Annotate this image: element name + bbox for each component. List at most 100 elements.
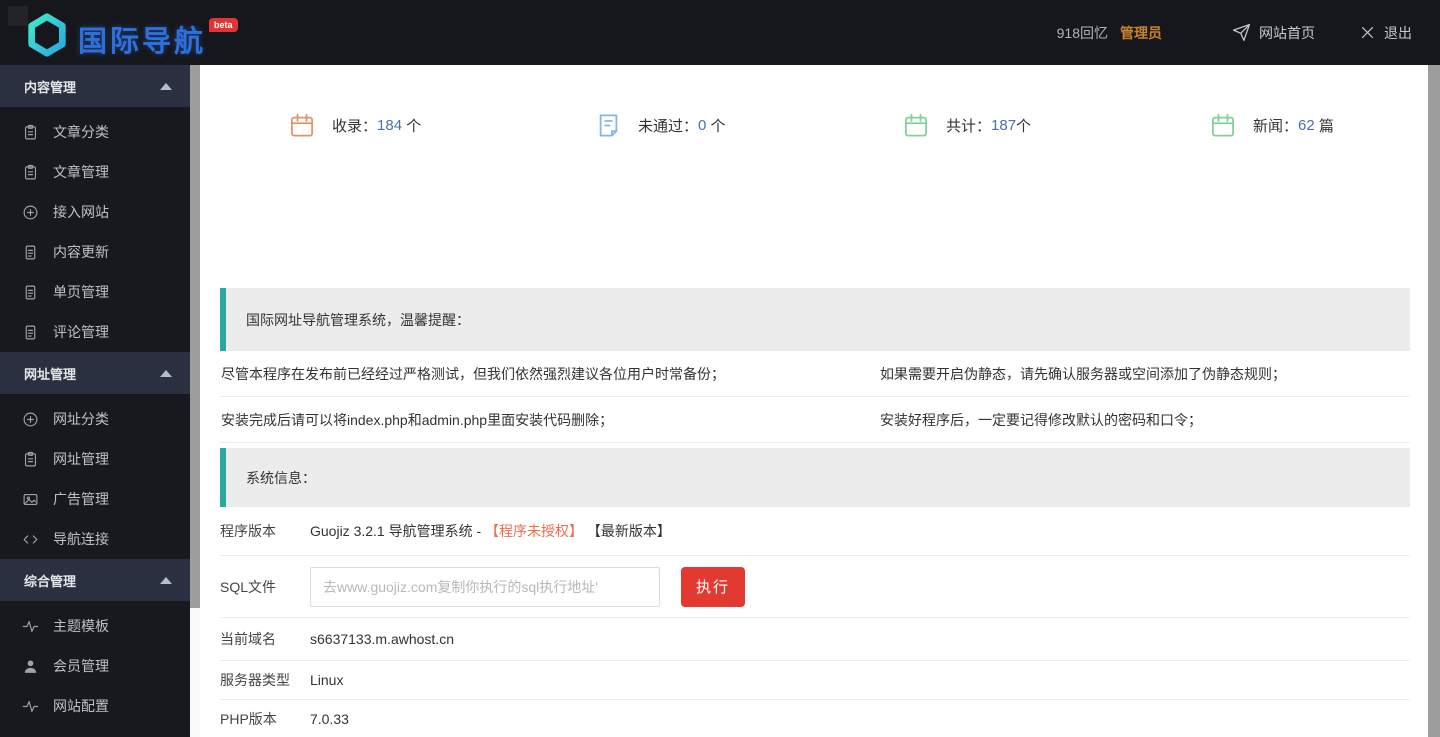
system-info-title: 系统信息： <box>246 469 316 486</box>
clipboard-icon <box>24 164 37 179</box>
stat-unit: 个 <box>402 117 422 135</box>
sidebar-item-label: 接入网站 <box>53 204 109 220</box>
content-column: 国际网址导航管理系统，温馨提醒： 尽管本程序在发布前已经经过严格测试，但我们依然… <box>220 288 1410 737</box>
sidebar-item-label: 内容更新 <box>53 244 109 260</box>
logo-hexagon-icon <box>28 12 66 57</box>
stat-unit: 篇 <box>1314 117 1334 135</box>
row-label: 当前域名 <box>220 631 276 647</box>
tip-text: 安装完成后请可以将index.php和admin.php里面安装代码删除； <box>221 411 614 428</box>
stats-row: 收录： 184 个 未通过： 0 个 共计： 187 个 新闻： 62 篇 <box>200 95 1428 155</box>
sidebar-item-label: 文章分类 <box>53 124 109 140</box>
notice-banner: 国际网址导航管理系统，温馨提醒： <box>220 288 1410 351</box>
file-icon <box>599 113 618 137</box>
row-label: PHP版本 <box>220 711 277 727</box>
stat-not-passed: 未通过： 0 个 <box>507 95 814 155</box>
php-value: 7.0.33 <box>310 711 349 727</box>
stat-label: 收录： <box>332 117 378 135</box>
sidebar-item-single-page[interactable]: 单页管理 <box>0 272 190 312</box>
sidebar: 内容管理 文章分类 文章管理 接入网站 内容更新 单页管理 评论管理 网址管理 … <box>0 65 190 737</box>
home-link-label: 网站首页 <box>1259 24 1315 41</box>
logout-link[interactable]: 退出 <box>1359 23 1412 43</box>
main-content: 收录： 184 个 未通过： 0 个 共计： 187 个 新闻： 62 篇 国际… <box>200 65 1428 737</box>
tips-row: 尽管本程序在发布前已经经过严格测试，但我们依然强烈建议各位用户时常备份； 如果需… <box>220 351 1410 397</box>
stat-value: 184 <box>377 116 403 134</box>
sidebar-item-article-manage[interactable]: 文章管理 <box>0 152 190 192</box>
sidebar-item-label: 评论管理 <box>53 324 109 340</box>
user-icon <box>24 659 37 673</box>
row-label: 服务器类型 <box>220 672 290 688</box>
stat-unit: 个 <box>706 117 726 135</box>
sidebar-item-ad-manage[interactable]: 广告管理 <box>0 479 190 519</box>
plus-circle-icon <box>23 412 38 426</box>
notice-title: 国际网址导航管理系统，温馨提醒： <box>246 311 470 328</box>
plus-circle-icon <box>23 205 38 219</box>
chevron-up-icon <box>160 369 172 377</box>
calendar-icon <box>290 113 314 137</box>
system-info-banner: 系统信息： <box>220 448 1410 507</box>
site-home-link[interactable]: 网站首页 <box>1232 23 1315 43</box>
sidebar-section-url[interactable]: 网址管理 <box>0 352 190 394</box>
window-scrollbar <box>1428 65 1440 737</box>
stat-label: 新闻： <box>1253 117 1299 135</box>
stat-total: 共计： 187 个 <box>814 95 1121 155</box>
latest-version-label[interactable]: 【最新版本】 <box>583 523 671 539</box>
sidebar-scrollbar <box>190 65 200 737</box>
logout-label: 退出 <box>1384 24 1412 41</box>
pulse-icon <box>22 620 39 632</box>
stat-included: 收录： 184 个 <box>200 95 507 155</box>
admin-dashboard-page: 国际导航 beta 918回忆 管理员 网站首页 退出 内容管理 文章分类 文章… <box>0 0 1440 737</box>
sidebar-item-url-manage[interactable]: 网址管理 <box>0 439 190 479</box>
sidebar-item-label: 单页管理 <box>53 284 109 300</box>
sidebar-item-url-category[interactable]: 网址分类 <box>0 399 190 439</box>
version-value: Guojiz 3.2.1 导航管理系统 - 【程序未授权】 【最新版本】 <box>310 521 671 541</box>
sidebar-item-article-category[interactable]: 文章分类 <box>0 112 190 152</box>
calendar-icon <box>1211 113 1235 137</box>
execute-button[interactable]: 执行 <box>681 566 745 607</box>
logo-text: 国际导航 <box>78 25 207 58</box>
sidebar-section-content[interactable]: 内容管理 <box>0 65 190 107</box>
row-php-version: PHP版本 7.0.33 <box>220 700 1410 737</box>
row-program-version: 程序版本 Guojiz 3.2.1 导航管理系统 - 【程序未授权】 【最新版本… <box>220 507 1410 556</box>
server-value: Linux <box>310 672 344 688</box>
pulse-icon <box>22 700 39 712</box>
sidebar-item-theme-template[interactable]: 主题模板 <box>0 606 190 646</box>
sidebar-item-label: 网址分类 <box>53 411 109 427</box>
sql-url-input[interactable] <box>310 566 660 607</box>
stat-value: 187 <box>991 116 1017 134</box>
domain-value: s6637133.m.awhost.cn <box>310 631 454 647</box>
document-icon <box>25 285 36 299</box>
sidebar-item-comment-manage[interactable]: 评论管理 <box>0 312 190 352</box>
sidebar-item-label: 网址管理 <box>53 451 109 467</box>
sidebar-item-site-config[interactable]: 网站配置 <box>0 686 190 726</box>
unauthorized-badge[interactable]: 【程序未授权】 <box>485 523 583 539</box>
sidebar-section-general[interactable]: 综合管理 <box>0 559 190 601</box>
version-prefix: Guojiz 3.2.1 导航管理系统 - <box>310 523 486 539</box>
document-icon <box>25 325 36 339</box>
sidebar-item-label: 文章管理 <box>53 164 109 180</box>
section-label: 内容管理 <box>24 79 77 95</box>
row-current-domain: 当前域名 s6637133.m.awhost.cn <box>220 618 1410 661</box>
window-scrollbar-thumb[interactable] <box>1428 65 1440 737</box>
row-label: SQL文件 <box>220 578 277 595</box>
beta-badge: beta <box>209 17 238 32</box>
section-label: 网址管理 <box>24 366 77 382</box>
stat-label: 未通过： <box>638 117 699 135</box>
paper-plane-icon <box>1232 23 1251 42</box>
sidebar-item-member-manage[interactable]: 会员管理 <box>0 646 190 686</box>
calendar-icon <box>904 113 928 137</box>
grid-icon <box>8 6 28 26</box>
image-icon <box>23 493 38 505</box>
sidebar-item-label: 会员管理 <box>53 658 109 674</box>
sidebar-item-partial[interactable] <box>0 726 190 737</box>
logo[interactable]: 国际导航 beta <box>24 6 238 60</box>
sidebar-item-content-update[interactable]: 内容更新 <box>0 232 190 272</box>
row-sql-file: SQL文件 执行 <box>220 556 1410 618</box>
sidebar-scrollbar-thumb[interactable] <box>190 65 200 608</box>
document-icon <box>25 245 36 259</box>
top-header: 国际导航 beta 918回忆 管理员 网站首页 退出 <box>0 0 1440 65</box>
sidebar-item-nav-link[interactable]: 导航连接 <box>0 519 190 559</box>
sidebar-item-label: 导航连接 <box>53 531 109 547</box>
user-role-link[interactable]: 管理员 <box>1120 23 1162 43</box>
sidebar-item-add-site[interactable]: 接入网站 <box>0 192 190 232</box>
row-label: 程序版本 <box>220 523 276 539</box>
